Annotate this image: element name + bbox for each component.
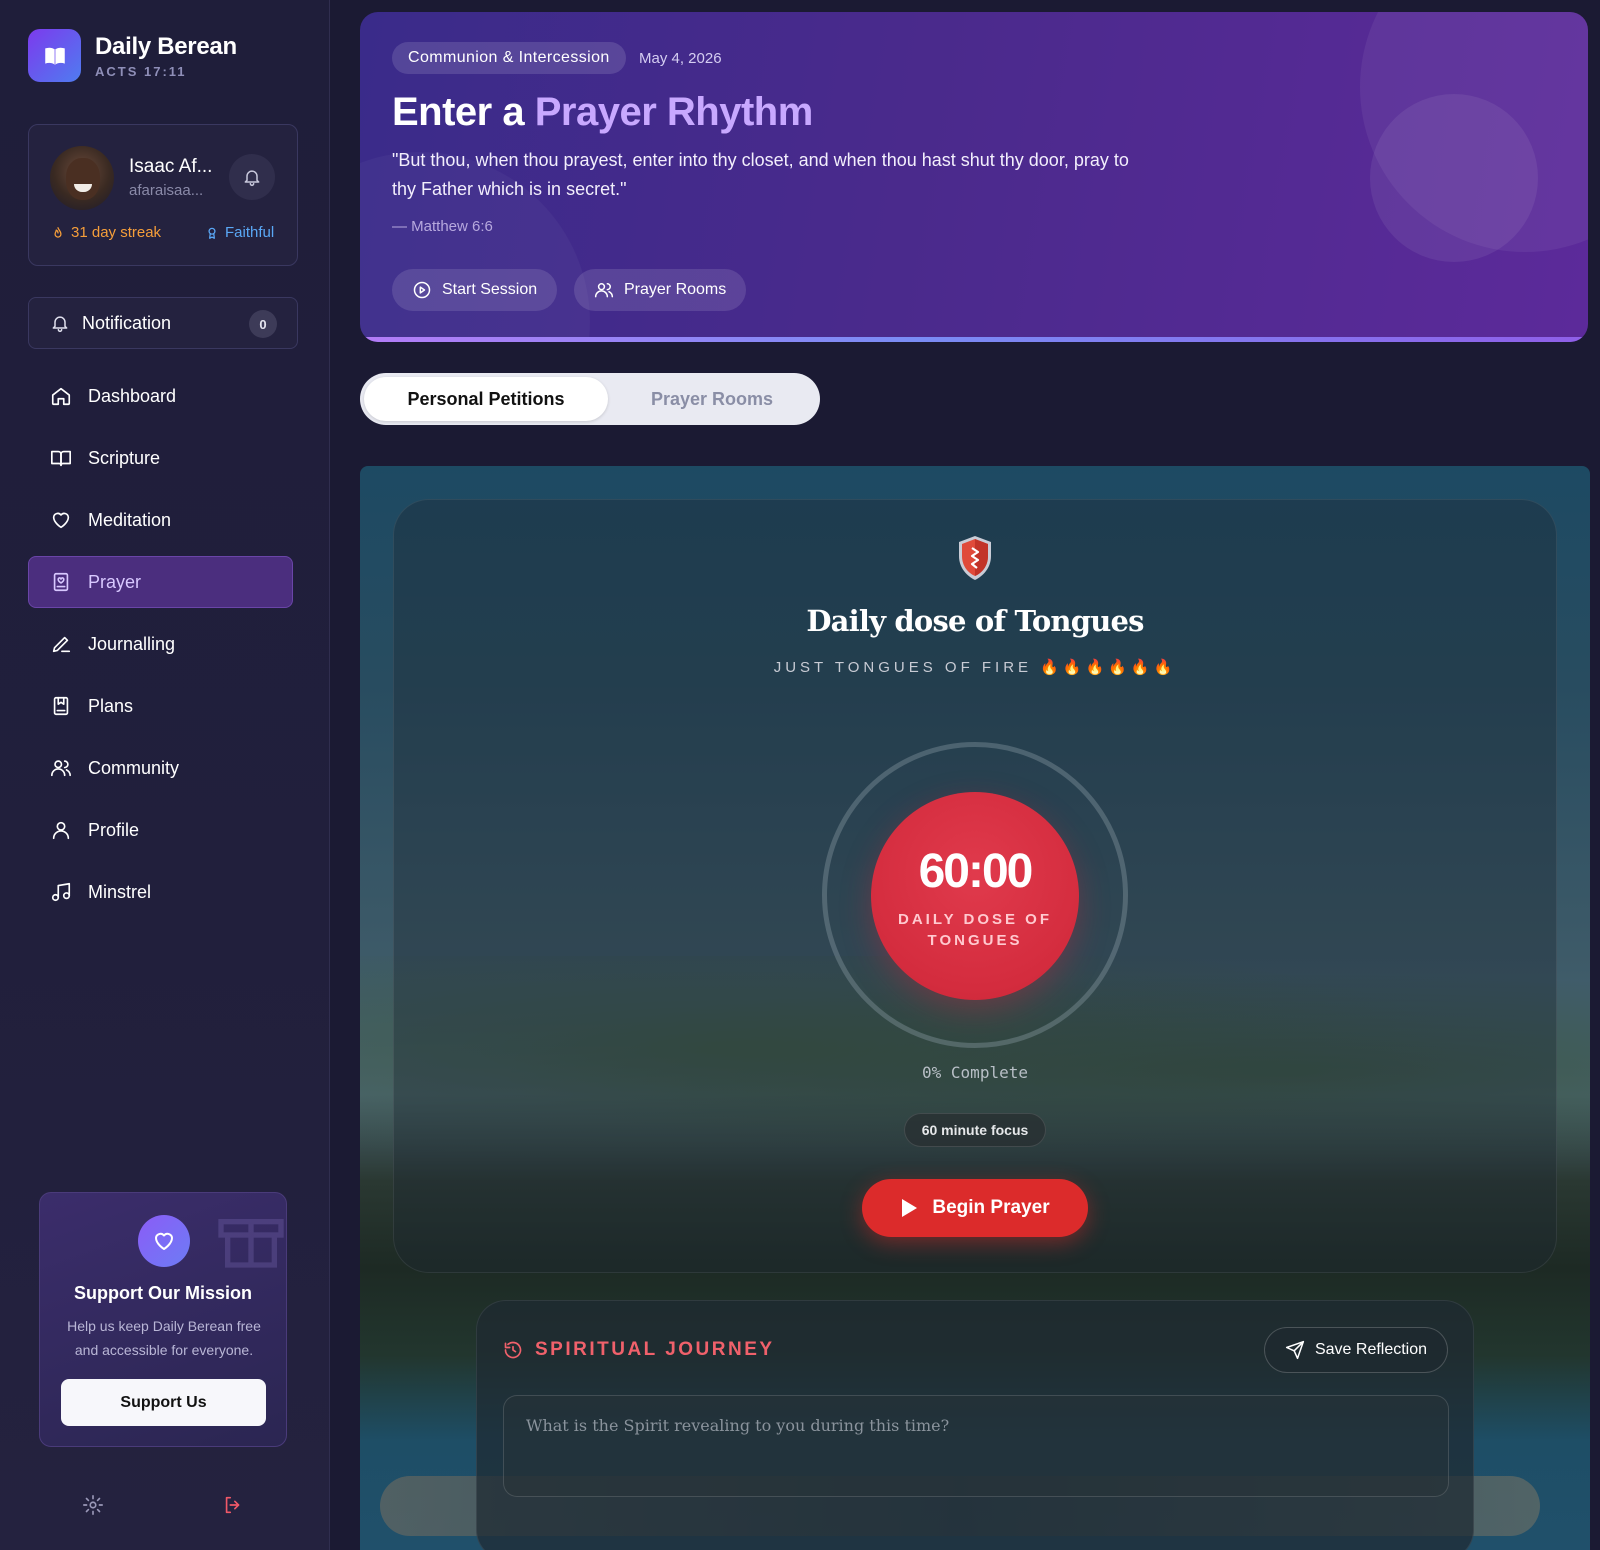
start-session-label: Start Session bbox=[442, 281, 538, 298]
tab-personal-petitions[interactable]: Personal Petitions bbox=[364, 377, 608, 421]
users-icon bbox=[51, 760, 71, 777]
settings-gear-icon[interactable] bbox=[82, 1494, 104, 1516]
heart-icon bbox=[138, 1215, 190, 1267]
sidebar-item-scripture[interactable]: Scripture bbox=[28, 432, 293, 484]
brand-title: Daily Berean bbox=[95, 32, 237, 60]
users-icon bbox=[594, 283, 614, 298]
save-reflection-label: Save Reflection bbox=[1314, 1341, 1428, 1358]
save-reflection-button[interactable]: Save Reflection bbox=[1264, 1327, 1448, 1373]
sidebar-item-community[interactable]: Community bbox=[28, 742, 293, 794]
logout-icon[interactable] bbox=[222, 1494, 244, 1516]
title-prefix: Enter a bbox=[392, 90, 525, 134]
start-session-button[interactable]: Start Session bbox=[392, 269, 558, 311]
sidebar-item-label: Dashboard bbox=[88, 385, 177, 406]
session-subtitle: JUST TONGUES OF FIRE 🔥🔥🔥🔥🔥🔥 bbox=[773, 659, 1177, 676]
timer-display: 60:00 DAILY DOSE OF TONGUES bbox=[871, 792, 1079, 1000]
gift-icon bbox=[218, 1219, 284, 1268]
sidebar-item-label: Scripture bbox=[88, 447, 161, 468]
page-title: Enter a Prayer Rhythm bbox=[392, 90, 813, 135]
hero-banner: Communion & Intercession May 4, 2026 Ent… bbox=[360, 12, 1588, 342]
support-us-button[interactable]: Support Us bbox=[61, 1379, 266, 1426]
sidebar-item-label: Meditation bbox=[88, 509, 172, 530]
notification-button[interactable]: Notification 0 bbox=[28, 297, 298, 349]
brand[interactable]: Daily Berean ACTS 17:11 bbox=[28, 29, 237, 82]
history-icon bbox=[504, 1341, 522, 1359]
sidebar-item-profile[interactable]: Profile bbox=[28, 804, 293, 856]
book-open-icon bbox=[51, 450, 71, 467]
sidebar-item-plans[interactable]: Plans bbox=[28, 680, 293, 732]
timer-label: DAILY DOSE OF TONGUES bbox=[897, 911, 1053, 949]
support-title: Support Our Mission bbox=[74, 1283, 252, 1303]
home-icon bbox=[51, 387, 71, 406]
title-accent: Prayer Rhythm bbox=[534, 90, 814, 134]
prayer-rooms-button[interactable]: Prayer Rooms bbox=[574, 269, 747, 311]
support-card: Support Our Mission Help us keep Daily B… bbox=[39, 1192, 287, 1447]
prayer-rooms-label: Prayer Rooms bbox=[624, 281, 727, 298]
streak-badge: 31 day streak bbox=[51, 224, 161, 241]
flame-icon bbox=[54, 226, 62, 238]
progress-text: 0% Complete bbox=[922, 1063, 1028, 1082]
sidebar-item-dashboard[interactable]: Dashboard bbox=[28, 370, 293, 422]
category-pill: Communion & Intercession bbox=[392, 42, 626, 74]
reflection-input[interactable] bbox=[503, 1395, 1449, 1497]
journal-heading: SPIRITUAL JOURNEY bbox=[503, 1339, 775, 1361]
sidebar-item-label: Profile bbox=[88, 819, 140, 840]
user-handle: afaraisaa... bbox=[129, 182, 204, 199]
bell-icon bbox=[52, 316, 68, 333]
pen-icon bbox=[52, 636, 71, 653]
notification-count-badge: 0 bbox=[249, 310, 277, 338]
brand-subtitle: ACTS 17:11 bbox=[95, 63, 187, 79]
bookmark-book-icon bbox=[53, 696, 69, 716]
heart-icon bbox=[52, 512, 70, 529]
bell-icon bbox=[244, 170, 260, 187]
user-card: Isaac Af... afaraisaa... 31 day streak F… bbox=[28, 124, 298, 266]
play-icon bbox=[902, 1199, 918, 1217]
begin-prayer-label: Begin Prayer bbox=[932, 1197, 1050, 1218]
hero-date: May 4, 2026 bbox=[639, 50, 722, 67]
sidebar-item-prayer[interactable]: Prayer bbox=[28, 556, 293, 608]
journal-heading-label: SPIRITUAL JOURNEY bbox=[535, 1339, 775, 1360]
sidebar-item-label: Community bbox=[88, 757, 180, 778]
send-icon bbox=[1285, 1340, 1305, 1360]
support-description: Help us keep Daily Berean free and acces… bbox=[67, 1318, 261, 1358]
streak-label: 31 day streak bbox=[71, 224, 162, 241]
sidebar-item-minstrel[interactable]: Minstrel bbox=[28, 866, 293, 918]
sidebar-item-label: Plans bbox=[88, 695, 134, 716]
sidebar: Daily Berean ACTS 17:11 Isaac Af... afar… bbox=[0, 0, 330, 1550]
music-icon bbox=[51, 882, 71, 902]
sidebar-item-label: Prayer bbox=[88, 571, 142, 592]
sidebar-item-label: Minstrel bbox=[88, 881, 152, 902]
book-logo-icon bbox=[28, 29, 81, 82]
award-icon bbox=[208, 227, 216, 239]
faithful-label: Faithful bbox=[225, 224, 275, 241]
prayer-book-icon bbox=[53, 572, 69, 592]
spiritual-journey-panel: SPIRITUAL JOURNEY Save Reflection bbox=[476, 1300, 1474, 1550]
sidebar-item-journalling[interactable]: Journalling bbox=[28, 618, 293, 670]
begin-prayer-button[interactable]: Begin Prayer bbox=[862, 1179, 1088, 1237]
user-name: Isaac Af... bbox=[129, 156, 213, 177]
focus-duration-badge: 60 minute focus bbox=[904, 1113, 1046, 1147]
hero-accent-bar bbox=[360, 337, 1588, 342]
tab-bar: Personal Petitions Prayer Rooms bbox=[360, 373, 820, 425]
user-icon bbox=[52, 821, 70, 840]
sidebar-nav: Dashboard Scripture Meditation Prayer Jo… bbox=[28, 370, 293, 928]
session-title: Daily dose of Tongues bbox=[806, 604, 1144, 638]
play-circle-icon bbox=[413, 281, 431, 299]
scripture-quote: "But thou, when thou prayest, enter into… bbox=[392, 150, 1129, 199]
shield-icon bbox=[959, 536, 991, 580]
avatar[interactable] bbox=[50, 146, 114, 210]
timer-value: 60:00 bbox=[918, 845, 1034, 898]
notification-label: Notification bbox=[82, 312, 172, 333]
faithful-badge: Faithful bbox=[205, 224, 274, 241]
tab-prayer-rooms[interactable]: Prayer Rooms bbox=[608, 377, 816, 421]
sidebar-item-label: Journalling bbox=[88, 633, 176, 654]
bell-button[interactable] bbox=[229, 154, 275, 200]
sidebar-item-meditation[interactable]: Meditation bbox=[28, 494, 293, 546]
scripture-reference: — Matthew 6:6 bbox=[392, 218, 493, 235]
